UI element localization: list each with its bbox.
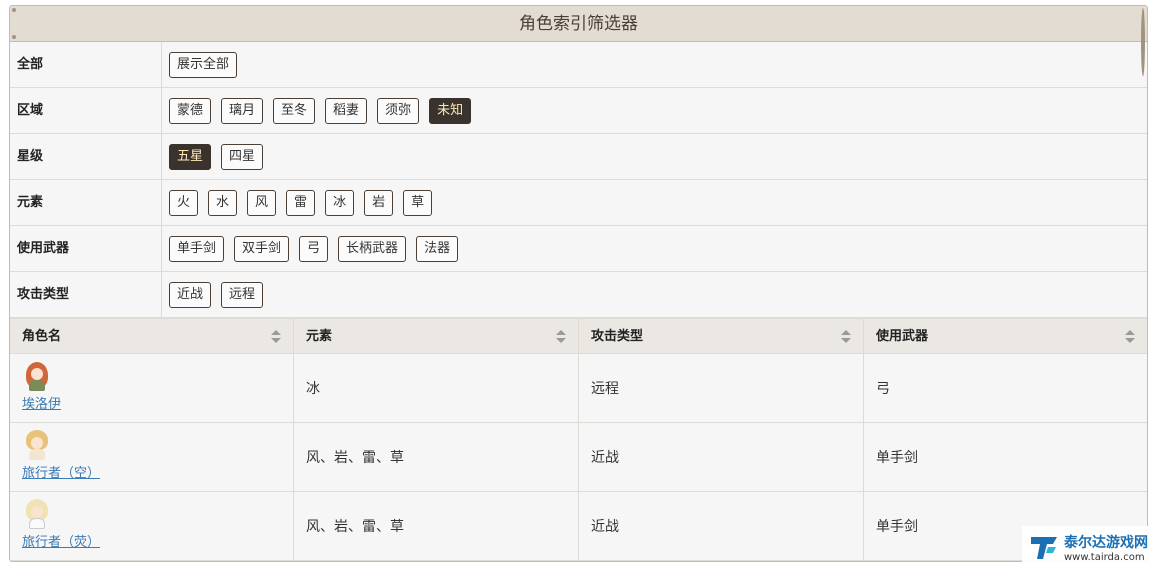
- cell-name: 旅行者（空）: [10, 423, 294, 491]
- character-link[interactable]: 旅行者（荧）: [22, 531, 100, 550]
- filter-label: 星级: [10, 134, 162, 179]
- filter-option-button[interactable]: 长柄武器: [338, 235, 407, 262]
- cell-element: 风、岩、雷、草: [294, 492, 579, 560]
- filter-options: 蒙德 璃月 至冬 稻妻 须弥 未知: [162, 88, 472, 133]
- watermark-title: 泰尔达游戏网: [1064, 534, 1148, 551]
- filter-option-button[interactable]: 远程: [221, 281, 264, 308]
- filter-row: 全部 展示全部: [10, 42, 1147, 88]
- filter-option-button[interactable]: 草: [403, 189, 433, 216]
- cell-weapon: 单手剑: [876, 450, 918, 466]
- filter-option-button[interactable]: 法器: [416, 235, 459, 262]
- filter-row: 攻击类型 近战 远程: [10, 272, 1147, 318]
- filter-option-button[interactable]: 弓: [299, 235, 329, 262]
- table-header: 角色名 元素 攻击类型 使用武器: [10, 318, 1147, 354]
- filter-option-button[interactable]: 风: [247, 189, 277, 216]
- filter-options: 展示全部: [162, 42, 238, 87]
- filter-option-button[interactable]: 双手剑: [234, 235, 290, 262]
- table-row: 旅行者（荧） 风、岩、雷、草 近战 单手剑: [10, 492, 1147, 561]
- sort-icon: [841, 330, 851, 344]
- panel-title: 角色索引筛选器: [10, 6, 1147, 77]
- panel-title-text: 角色索引筛选器: [519, 14, 638, 34]
- character-link[interactable]: 旅行者（空）: [22, 462, 100, 481]
- lumine-avatar-icon[interactable]: [22, 498, 52, 530]
- character-link[interactable]: 埃洛伊: [22, 393, 61, 412]
- filter-option-button[interactable]: 须弥: [377, 97, 420, 124]
- cell-attack-type: 近战: [579, 423, 864, 491]
- filter-option-button[interactable]: 五星: [169, 143, 212, 170]
- filter-options: 单手剑 双手剑弓长柄武器 法器: [162, 226, 459, 271]
- filter-label: 使用武器: [10, 226, 162, 271]
- filter-rows: 全部 展示全部 区域 蒙德 璃月 至冬 稻妻 须弥 未知 星级 五星 四星 元素火水风雷冰岩草使用武器单…: [10, 42, 1147, 318]
- character-filter-panel: 角色索引筛选器 全部 展示全部 区域 蒙德 璃月 至冬 稻妻 须弥 未知 星级 五星 四星 元素火水风雷…: [9, 5, 1148, 562]
- table-body: 埃洛伊 冰 远程 弓 旅行者（空） 风、岩、雷、草 近战 单手剑 旅行者（荧） …: [10, 354, 1147, 561]
- table-row: 旅行者（空） 风、岩、雷、草 近战 单手剑: [10, 423, 1147, 492]
- corner-dot-icon: [1141, 35, 1145, 39]
- sort-icon: [271, 330, 281, 344]
- filter-option-button[interactable]: 展示全部: [169, 51, 238, 78]
- corner-dot-icon: [12, 35, 16, 39]
- filter-option-button[interactable]: 岩: [364, 189, 394, 216]
- watermark-url: www.tairda.com: [1064, 551, 1145, 563]
- filter-option-button[interactable]: 冰: [325, 189, 355, 216]
- filter-options: 五星 四星: [162, 134, 264, 179]
- column-header-element[interactable]: 元素: [294, 319, 579, 353]
- filter-option-button[interactable]: 近战: [169, 281, 212, 308]
- table-row: 埃洛伊 冰 远程 弓: [10, 354, 1147, 423]
- filter-label: 攻击类型: [10, 272, 162, 317]
- filter-options: 近战 远程: [162, 272, 264, 317]
- filter-row: 区域 蒙德 璃月 至冬 稻妻 须弥 未知: [10, 88, 1147, 134]
- cell-attack-type: 远程: [579, 354, 864, 422]
- cell-weapon: 弓: [876, 381, 890, 397]
- column-header-label: 使用武器: [876, 329, 929, 344]
- cell-name: 旅行者（荧）: [10, 492, 294, 560]
- cell-element: 风、岩、雷、草: [294, 423, 579, 491]
- filter-label: 区域: [10, 88, 162, 133]
- column-header-label: 元素: [306, 329, 333, 344]
- filter-option-button[interactable]: 至冬: [273, 97, 316, 124]
- filter-option-button[interactable]: 蒙德: [169, 97, 212, 124]
- column-header-label: 角色名: [22, 329, 62, 344]
- filter-row: 使用武器 单手剑 双手剑弓长柄武器 法器: [10, 226, 1147, 272]
- filter-option-button[interactable]: 四星: [221, 143, 264, 170]
- filter-option-button[interactable]: 水: [208, 189, 238, 216]
- cell-element: 冰: [294, 354, 579, 422]
- column-header-label: 攻击类型: [591, 329, 644, 344]
- tairda-logo-icon: [1028, 531, 1060, 563]
- filter-option-button[interactable]: 稻妻: [325, 97, 368, 124]
- corner-dot-icon: [1141, 8, 1145, 77]
- aether-avatar-icon[interactable]: [22, 429, 52, 461]
- filter-label: 元素: [10, 180, 162, 225]
- column-header-weapon[interactable]: 使用武器: [864, 319, 1147, 353]
- corner-dot-icon: [12, 8, 16, 12]
- column-header-name[interactable]: 角色名: [10, 319, 294, 353]
- filter-label: 全部: [10, 42, 162, 87]
- filter-row: 元素火水风雷冰岩草: [10, 180, 1147, 226]
- filter-option-button[interactable]: 雷: [286, 189, 316, 216]
- filter-option-button[interactable]: 单手剑: [169, 235, 225, 262]
- filter-options: 火水风雷冰岩草: [162, 180, 433, 225]
- column-header-attack-type[interactable]: 攻击类型: [579, 319, 864, 353]
- filter-option-button[interactable]: 未知: [429, 97, 472, 124]
- filter-option-button[interactable]: 火: [169, 189, 199, 216]
- cell-name: 埃洛伊: [10, 354, 294, 422]
- site-watermark: 泰尔达游戏网 www.tairda.com: [1022, 526, 1154, 568]
- sort-icon: [556, 330, 566, 344]
- cell-attack-type: 近战: [579, 492, 864, 560]
- filter-option-button[interactable]: 璃月: [221, 97, 264, 124]
- filter-row: 星级 五星 四星: [10, 134, 1147, 180]
- sort-icon: [1125, 330, 1135, 344]
- aloy-avatar-icon[interactable]: [22, 360, 52, 392]
